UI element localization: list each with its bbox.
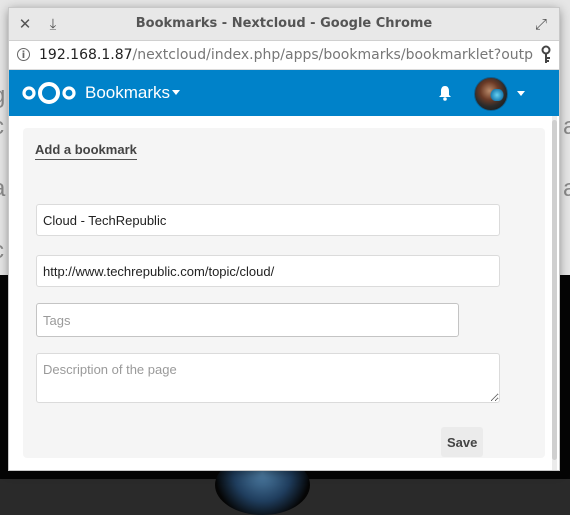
tags-input[interactable] [36, 303, 459, 337]
nextcloud-header: Bookmarks [9, 70, 559, 116]
info-icon[interactable]: i [17, 48, 30, 61]
avatar[interactable] [474, 77, 508, 111]
panel-heading: Add a bookmark [35, 142, 137, 160]
content-area: Add a bookmark Save [9, 116, 559, 470]
scrollbar[interactable] [552, 116, 557, 470]
user-menu-chevron-down-icon[interactable] [517, 91, 525, 96]
bell-icon[interactable] [437, 84, 453, 102]
url-path: /nextcloud/index.php/apps/bookmarks/book… [132, 47, 534, 63]
app-menu-title[interactable]: Bookmarks [85, 70, 170, 116]
add-bookmark-panel: Add a bookmark Save [23, 128, 545, 458]
minimize-window-button[interactable]: ⤓ [43, 8, 63, 40]
title-bar: ✕ ⤓ Bookmarks - Nextcloud - Google Chrom… [9, 8, 559, 41]
url-host: 192.168.1.87 [39, 47, 133, 63]
key-icon[interactable] [539, 45, 553, 65]
scrollbar-thumb[interactable] [552, 120, 557, 460]
chevron-down-icon[interactable] [172, 90, 180, 95]
address-bar[interactable]: i 192.168.1.87/nextcloud/index.php/apps/… [9, 41, 559, 70]
url-text[interactable]: 192.168.1.87/nextcloud/index.php/apps/bo… [39, 41, 534, 69]
background-text-right: a a [563, 113, 570, 202]
save-button[interactable]: Save [441, 427, 483, 457]
window-title: Bookmarks - Nextcloud - Google Chrome [135, 16, 433, 31]
bookmark-title-input[interactable] [36, 204, 500, 236]
popup-window: ✕ ⤓ Bookmarks - Nextcloud - Google Chrom… [9, 8, 559, 470]
maximize-window-button[interactable]: ⤢ [531, 8, 551, 40]
description-textarea[interactable] [36, 353, 500, 403]
close-window-button[interactable]: ✕ [15, 8, 35, 40]
nextcloud-logo-icon[interactable] [21, 79, 77, 107]
bookmark-url-input[interactable] [36, 255, 500, 287]
